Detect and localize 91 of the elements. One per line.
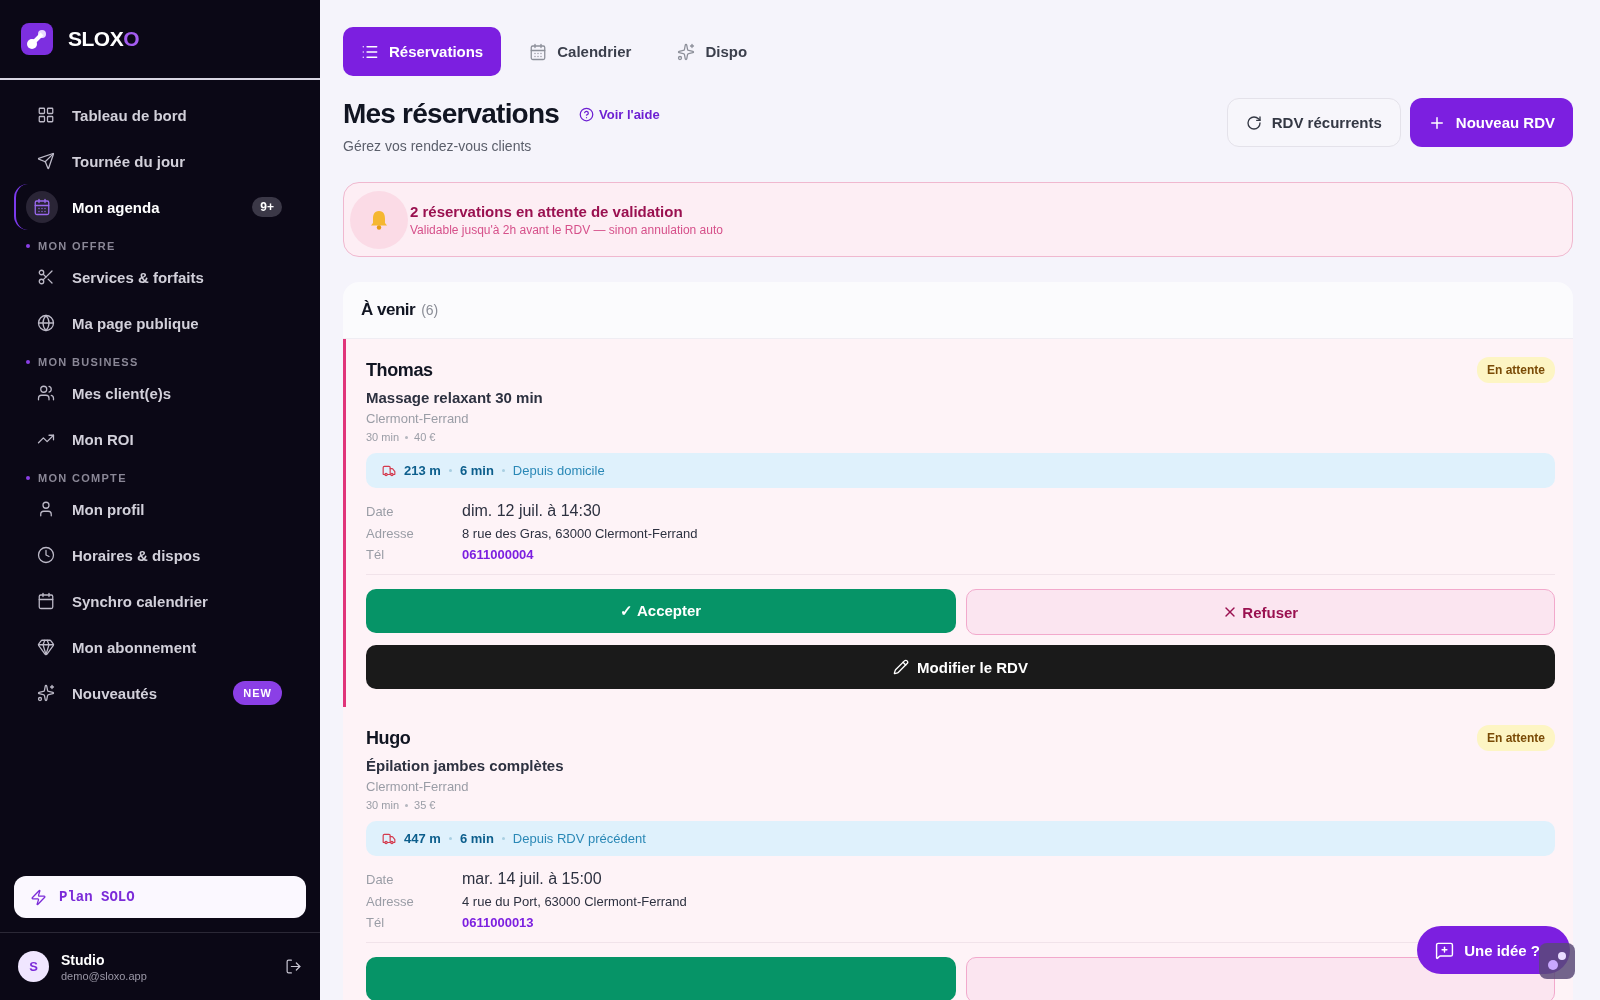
page-subtitle: Gérez vos rendez-vous clients [343,138,533,154]
detail-label: Tél [366,547,386,562]
new-button[interactable]: Nouveau RDV [1409,98,1573,147]
nav-item[interactable]: Horaires & dispos [14,532,308,578]
help-link[interactable]: Voir l'aide [579,106,660,122]
detail-label: Tél [366,915,386,930]
nav-item[interactable]: Nouveautés NEW [14,670,308,716]
sparkles-icon [677,42,696,61]
count-badge: 9+ [252,197,282,217]
detail-value: mar. 14 juil. à 15:00 [462,870,603,888]
grid-icon [37,106,55,124]
refresh-icon [1245,114,1262,131]
user-email: demo@sloxo.app [61,969,148,982]
detail-value: 4 rue du Port, 63000 Clermont-Ferrand [462,894,688,909]
nav-item[interactable]: Mon profil [14,486,308,532]
recurring-button[interactable]: RDV récurrents [1226,98,1401,147]
scissors-icon [37,268,55,286]
refuse-button[interactable] [965,957,1555,1000]
nav-item[interactable]: Mon abonnement [14,624,308,670]
detail-label: Adresse [366,526,415,541]
detail-value: dim. 12 juil. à 14:30 [462,502,602,520]
brand-name: SLOXO [68,27,140,51]
new-badge: NEW [233,681,282,705]
section-heading: MON COMPTE [38,472,127,484]
origin-text: Depuis RDV précédent [512,831,646,846]
city-text: Clermont-Ferrand [366,411,470,426]
alert-title: 2 réservations en attente de validation [410,202,684,220]
lightning-icon [30,888,47,906]
client-name: Hugo [366,727,411,749]
section-heading: MON BUSINESS [38,356,139,368]
nav-item[interactable]: Synchro calendrier [14,578,308,624]
detail-label: Adresse [366,894,415,909]
send-icon [37,152,55,170]
price-text: 35 € [414,799,436,811]
nav-item[interactable]: Tableau de bord [14,92,308,138]
page-title: Mes réservations [343,98,559,130]
nav-item[interactable]: Ma page publique [14,300,308,346]
list-title: À venir [361,300,416,320]
duration-text: 30 min [366,431,400,443]
truck-icon [382,463,396,478]
duration-text: 30 min [366,799,400,811]
status-badge: En attente [1477,725,1555,751]
tab[interactable]: Calendrier [511,27,650,76]
message-icon [1435,940,1455,960]
logo-icon [1538,942,1576,980]
phone-link[interactable]: 0611000004 [462,547,1555,562]
alert-text: Validable jusqu'à 2h avant le RDV — sinon annulation auto [410,222,723,237]
service-name: Épilation jambes complètes [366,757,565,774]
plan-button[interactable]: Plan SOLO [14,876,306,918]
users-icon [37,384,55,402]
edit-button[interactable]: Modifier le RDV [366,645,1555,689]
travel-time: 6 min [459,463,494,478]
calendar-icon [529,42,548,61]
detail-label: Date [366,503,395,519]
globe-icon [37,314,55,332]
truck-icon [382,831,396,846]
nav-item[interactable]: Mon ROI [14,416,308,462]
detail-label: Date [366,871,395,887]
logo-icon [20,22,54,56]
tab[interactable]: Dispo [659,27,766,76]
diamond-icon [37,638,55,656]
distance-text: 447 m [404,831,441,846]
user-icon [37,500,55,518]
nav-item[interactable]: Mes client(e)s [14,370,308,416]
origin-text: Depuis domicile [512,463,605,478]
nav-item[interactable]: Tournée du jour [14,138,308,184]
sparkles-icon [37,684,55,702]
calendar-icon [37,592,55,610]
section-heading: MON OFFRE [38,240,116,252]
detail-value: 8 rue des Gras, 63000 Clermont-Ferrand [462,526,699,541]
tab[interactable]: Réservations [343,27,502,76]
calendar-icon [33,198,51,216]
distance-text: 213 m [404,463,441,478]
user-avatar: S [18,951,49,982]
accept-button[interactable]: ✓ Accepter [366,589,956,633]
refuse-button[interactable]: Refuser [965,589,1555,635]
nav-item[interactable]: Mon agenda 9+ [14,184,308,230]
logout-icon[interactable] [285,958,302,975]
pencil-icon [893,659,910,675]
help-icon [579,106,594,122]
service-name: Massage relaxant 30 min [366,389,544,406]
client-name: Thomas [366,359,433,381]
city-text: Clermont-Ferrand [366,779,470,794]
nav-item[interactable]: Services & forfaits [14,254,308,300]
price-text: 40 € [414,431,436,443]
travel-time: 6 min [459,831,494,846]
status-badge: En attente [1477,357,1555,383]
user-name: Studio [61,951,106,968]
bell-icon [368,208,390,231]
list-count: (6) [421,302,439,318]
clock-icon [37,546,55,564]
